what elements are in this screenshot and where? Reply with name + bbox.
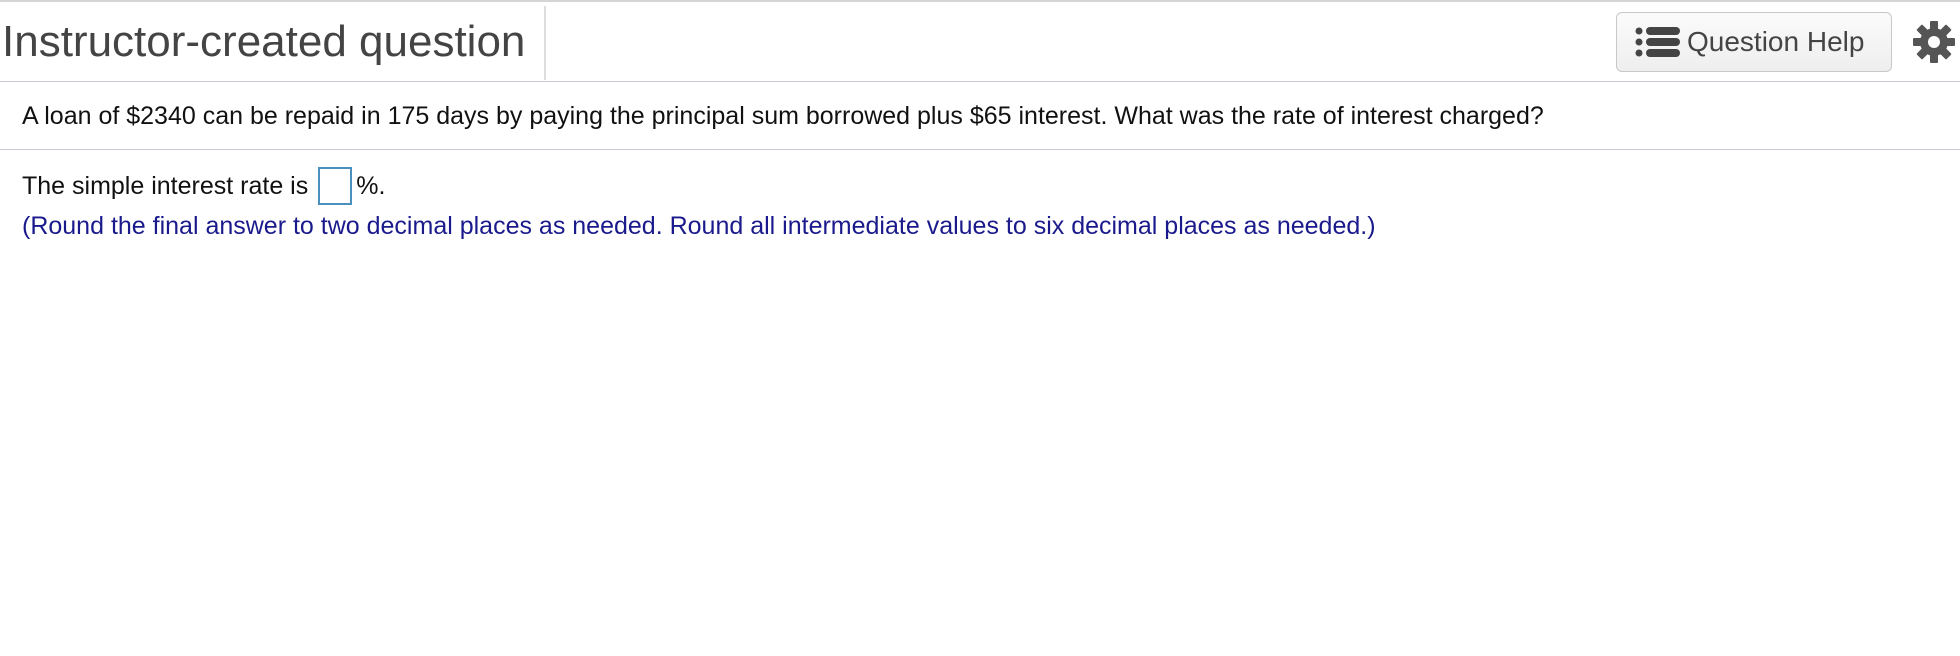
question-page: Instructor-created question Question Hel… — [0, 0, 1960, 656]
list-icon — [1635, 27, 1680, 57]
gear-icon[interactable] — [1912, 20, 1956, 64]
answer-suffix: %. — [356, 171, 386, 200]
answer-line: The simple interest rate is %. — [22, 166, 1960, 206]
title-divider — [544, 6, 546, 80]
question-header: Instructor-created question Question Hel… — [0, 2, 1960, 82]
question-text: A loan of $2340 can be repaid in 175 day… — [0, 82, 1960, 150]
rounding-hint: (Round the final answer to two decimal p… — [22, 212, 1376, 240]
question-help-label: Question Help — [1687, 26, 1865, 57]
interest-rate-input[interactable] — [318, 167, 353, 205]
question-help-button[interactable]: Question Help — [1616, 12, 1892, 72]
answer-area: The simple interest rate is %. (Round th… — [0, 150, 1960, 244]
page-title: Instructor-created question — [2, 16, 526, 66]
answer-prefix: The simple interest rate is — [22, 171, 309, 200]
